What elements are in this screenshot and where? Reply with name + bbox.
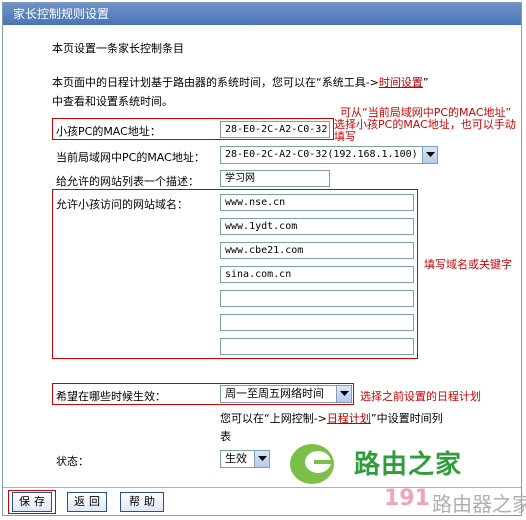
help-button[interactable]: 帮助 [120,492,164,512]
status-select[interactable]: 生效 [220,450,270,468]
domain-annotation: 填写域名或关键字 [424,258,512,271]
schedule-hint-line-2: 表 [220,430,231,443]
mac-annotation-2: 选择小孩PC的MAC地址，也可以手动 [334,118,516,131]
domain-input-3[interactable]: www.cbe21.com [220,242,414,259]
save-button[interactable]: 保存 [12,492,52,512]
watermark-site-number: 191 [384,486,430,511]
child-mac-input[interactable]: 28-E0-2C-A2-C0-32 [220,121,330,138]
watermark-site-text: 路由器之家 [432,492,526,516]
lan-mac-selected: 28-E0-2C-A2-C0-32(192.168.1.100) [225,149,418,160]
schedule-hint-prefix: 您可以在 [220,412,264,425]
schedule-label: 希望在哪些时候生效： [56,390,166,403]
schedule-hint-suffix: 中设置时间列 [376,412,443,425]
intro-text: 本页面中的日程计划基于路由器的系统时间，您可以在 [52,76,316,89]
back-button[interactable]: 返回 [67,492,107,512]
desc-input[interactable]: 学习网 [220,170,330,187]
schedule-hint-quote-open: “上网控制-> [264,412,327,425]
domain-input-2[interactable]: www.1ydt.com [220,218,414,235]
child-mac-label: 小孩PC的MAC地址： [56,125,161,138]
page-heading: 本页设置一条家长控制条目 [52,42,184,55]
domain-input-4[interactable]: sina.com.cn [220,266,414,283]
status-selected: 生效 [225,452,247,465]
intro-quote-open: “系统工具-> [316,76,379,89]
domain-input-5[interactable] [220,290,414,307]
domains-label: 允许小孩访问的网站域名： [56,198,188,211]
lan-mac-label: 当前局域网中PC的MAC地址： [56,151,205,164]
time-settings-link[interactable]: 时间设置 [379,76,423,89]
domain-input-1[interactable]: www.nse.cn [220,194,414,211]
lan-mac-select[interactable]: 28-E0-2C-A2-C0-32(192.168.1.100) [220,146,438,164]
mac-annotation-3: 填写 [334,130,356,143]
domain-input-6[interactable] [220,314,414,331]
chevron-down-icon[interactable] [336,386,351,402]
chevron-down-icon[interactable] [422,147,437,163]
intro-line-2: 中查看和设置系统时间。 [52,95,173,108]
schedule-plan-link[interactable]: 日程计划 [327,412,371,425]
status-label: 状态： [56,455,89,468]
intro-line-1: 本页面中的日程计划基于路由器的系统时间，您可以在“系统工具->时间设置” [52,74,429,90]
schedule-selected: 周一至周五网络时间 [225,387,324,400]
schedule-annotation: 选择之前设置的日程计划 [360,390,481,403]
schedule-select[interactable]: 周一至周五网络时间 [220,385,352,403]
window-title: 家长控制规则设置 [3,3,521,25]
domain-input-7[interactable] [220,338,414,355]
desc-label: 给允许的网站列表一个描述： [56,175,199,188]
schedule-hint: 您可以在“上网控制->日程计划”中设置时间列 [220,410,443,426]
chevron-down-icon[interactable] [254,451,269,467]
intro-quote-close: ” [422,76,429,89]
watermark-brand: 路由之家 [354,450,463,480]
router-home-logo-icon [284,440,344,489]
